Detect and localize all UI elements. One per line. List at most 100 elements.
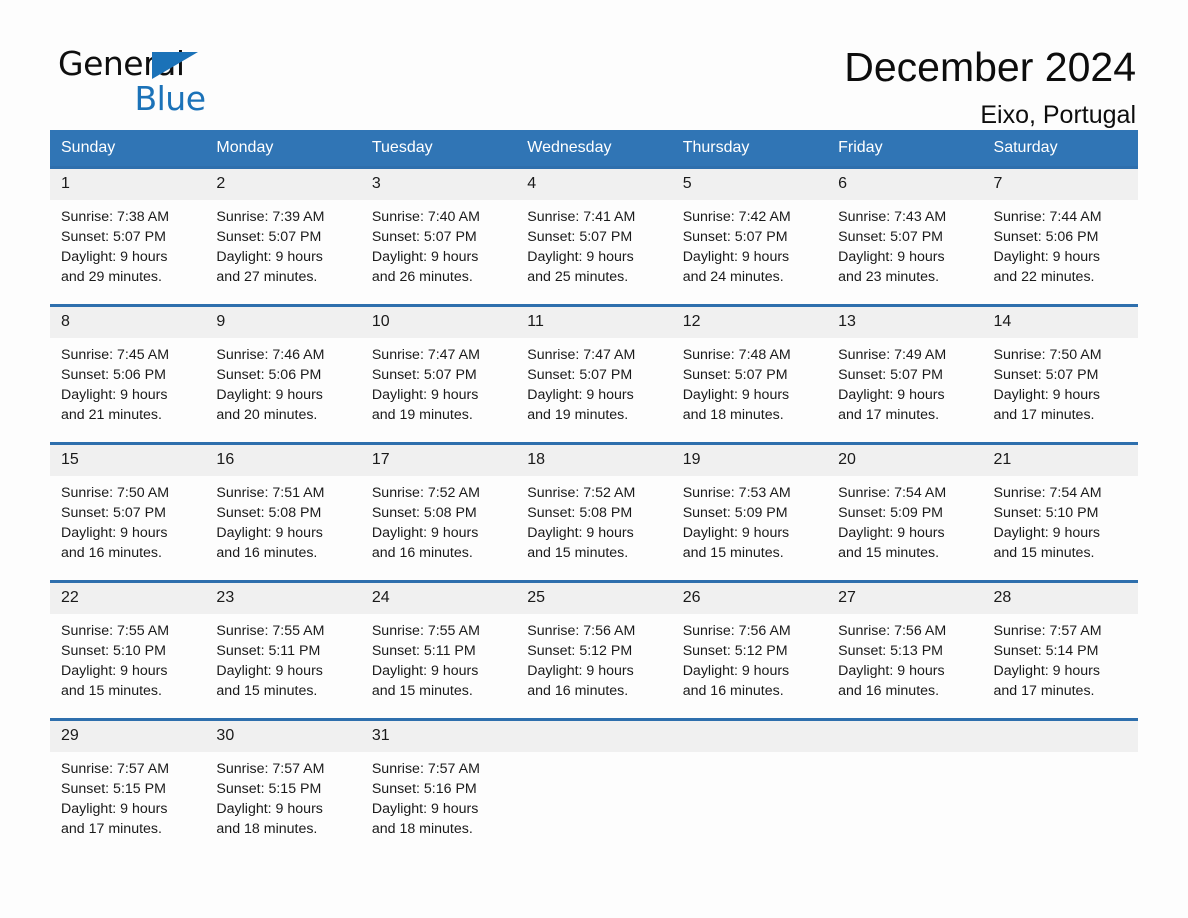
sunset-text: Sunset: 5:07 PM — [61, 505, 166, 521]
calendar-day-cell[interactable]: 16 Sunrise: 7:51 AM Sunset: 5:08 PM Dayl… — [205, 442, 361, 582]
daylight-text-line2: and 26 minutes. — [371, 269, 473, 285]
sunset-text: Sunset: 5:09 PM — [682, 505, 788, 521]
daylight-text-line2: and 17 minutes. — [993, 683, 1095, 699]
calendar-day-cell[interactable]: 23 Sunrise: 7:55 AM Sunset: 5:11 PM Dayl… — [205, 580, 361, 720]
sunrise-text: Sunrise: 7:55 AM — [61, 623, 170, 639]
sunset-text: Sunset: 5:06 PM — [61, 367, 166, 383]
daylight-text-line1: Daylight: 9 hours — [838, 387, 945, 403]
sunset-text: Sunset: 5:07 PM — [216, 229, 322, 245]
calendar-day-cell[interactable]: 17 Sunrise: 7:52 AM Sunset: 5:08 PM Dayl… — [360, 442, 517, 582]
calendar-day-cell[interactable]: 3 Sunrise: 7:40 AM Sunset: 5:07 PM Dayli… — [360, 166, 517, 306]
calendar-day-cell[interactable]: 9 Sunrise: 7:46 AM Sunset: 5:06 PM Dayli… — [205, 304, 361, 444]
calendar-day-cell[interactable]: 18 Sunrise: 7:52 AM Sunset: 5:08 PM Dayl… — [516, 442, 672, 582]
daylight-text-line1: Daylight: 9 hours — [371, 801, 479, 817]
sunset-text: Sunset: 5:15 PM — [61, 781, 166, 797]
day-number: 15 — [50, 445, 206, 476]
day-details: Sunrise: 7:53 AM Sunset: 5:09 PM Dayligh… — [672, 476, 827, 563]
daylight-text-line1: Daylight: 9 hours — [682, 387, 790, 403]
sunrise-text: Sunrise: 7:55 AM — [216, 623, 325, 639]
daylight-text-line1: Daylight: 9 hours — [61, 525, 168, 541]
day-number: 20 — [827, 445, 983, 476]
day-details: Sunrise: 7:41 AM Sunset: 5:07 PM Dayligh… — [516, 200, 671, 287]
day-number: 18 — [516, 445, 672, 476]
calendar-day-cell[interactable]: 14 Sunrise: 7:50 AM Sunset: 5:07 PM Dayl… — [982, 304, 1138, 444]
day-details: Sunrise: 7:40 AM Sunset: 5:07 PM Dayligh… — [361, 200, 516, 287]
daylight-text-line2: and 23 minutes. — [838, 269, 940, 285]
sunset-text: Sunset: 5:07 PM — [993, 367, 1099, 383]
day-details: Sunrise: 7:45 AM Sunset: 5:06 PM Dayligh… — [50, 338, 205, 425]
calendar-day-cell[interactable]: 5 Sunrise: 7:42 AM Sunset: 5:07 PM Dayli… — [671, 166, 828, 306]
calendar-grid: Sunday Monday Tuesday Wednesday Thursday… — [50, 130, 1138, 856]
day-number: 27 — [827, 583, 983, 614]
daylight-text-line1: Daylight: 9 hours — [527, 525, 634, 541]
calendar-header-row: Sunday Monday Tuesday Wednesday Thursday… — [50, 130, 1138, 168]
calendar-day-cell[interactable]: 12 Sunrise: 7:48 AM Sunset: 5:07 PM Dayl… — [671, 304, 828, 444]
day-number — [827, 721, 983, 752]
sunset-text: Sunset: 5:12 PM — [682, 643, 788, 659]
daylight-text-line1: Daylight: 9 hours — [216, 387, 323, 403]
calendar-day-cell[interactable]: 21 Sunrise: 7:54 AM Sunset: 5:10 PM Dayl… — [982, 442, 1138, 582]
sunrise-text: Sunrise: 7:49 AM — [838, 347, 947, 363]
weekday-header-friday: Friday — [827, 130, 983, 168]
daylight-text-line1: Daylight: 9 hours — [838, 663, 945, 679]
calendar-week-row: 22 Sunrise: 7:55 AM Sunset: 5:10 PM Dayl… — [50, 580, 1138, 720]
calendar-day-cell[interactable]: 30 Sunrise: 7:57 AM Sunset: 5:15 PM Dayl… — [205, 718, 361, 856]
daylight-text-line2: and 18 minutes. — [371, 821, 473, 837]
daylight-text-line1: Daylight: 9 hours — [371, 387, 479, 403]
logo-text-blue: Blue — [134, 79, 206, 118]
calendar-day-cell[interactable]: 25 Sunrise: 7:56 AM Sunset: 5:12 PM Dayl… — [516, 580, 672, 720]
daylight-text-line2: and 17 minutes. — [993, 407, 1095, 423]
calendar-day-cell[interactable]: 29 Sunrise: 7:57 AM Sunset: 5:15 PM Dayl… — [50, 718, 206, 856]
day-number: 23 — [205, 583, 361, 614]
sunrise-text: Sunrise: 7:44 AM — [993, 209, 1102, 225]
daylight-text-line1: Daylight: 9 hours — [61, 663, 168, 679]
calendar-day-cell[interactable]: 8 Sunrise: 7:45 AM Sunset: 5:06 PM Dayli… — [50, 304, 206, 444]
day-number: 7 — [982, 169, 1138, 200]
calendar-day-cell[interactable]: 13 Sunrise: 7:49 AM Sunset: 5:07 PM Dayl… — [827, 304, 983, 444]
day-number: 29 — [50, 721, 206, 752]
daylight-text-line2: and 16 minutes. — [838, 683, 940, 699]
daylight-text-line1: Daylight: 9 hours — [682, 663, 790, 679]
sunrise-text: Sunrise: 7:57 AM — [61, 761, 170, 777]
day-number: 30 — [205, 721, 361, 752]
calendar-day-cell[interactable]: 7 Sunrise: 7:44 AM Sunset: 5:06 PM Dayli… — [982, 166, 1138, 306]
sunrise-text: Sunrise: 7:55 AM — [371, 623, 480, 639]
sunset-text: Sunset: 5:07 PM — [527, 229, 633, 245]
weekday-header-wednesday: Wednesday — [516, 130, 672, 168]
daylight-text-line1: Daylight: 9 hours — [527, 387, 634, 403]
calendar-day-cell[interactable]: 24 Sunrise: 7:55 AM Sunset: 5:11 PM Dayl… — [360, 580, 517, 720]
page-masthead: General Blue December 2024 Eixo, Portuga… — [50, 0, 1138, 129]
sunrise-text: Sunrise: 7:56 AM — [838, 623, 947, 639]
calendar-day-cell[interactable]: 2 Sunrise: 7:39 AM Sunset: 5:07 PM Dayli… — [205, 166, 361, 306]
weekday-header-thursday: Thursday — [671, 130, 828, 168]
day-number: 24 — [360, 583, 517, 614]
calendar-day-cell[interactable]: 15 Sunrise: 7:50 AM Sunset: 5:07 PM Dayl… — [50, 442, 206, 582]
day-details: Sunrise: 7:56 AM Sunset: 5:12 PM Dayligh… — [672, 614, 827, 701]
calendar-day-cell[interactable]: 11 Sunrise: 7:47 AM Sunset: 5:07 PM Dayl… — [516, 304, 672, 444]
calendar-day-cell[interactable]: 4 Sunrise: 7:41 AM Sunset: 5:07 PM Dayli… — [516, 166, 672, 306]
calendar-day-cell[interactable]: 19 Sunrise: 7:53 AM Sunset: 5:09 PM Dayl… — [671, 442, 828, 582]
general-blue-logo[interactable]: General Blue — [58, 46, 248, 119]
day-number: 16 — [205, 445, 361, 476]
calendar-day-cell[interactable]: 10 Sunrise: 7:47 AM Sunset: 5:07 PM Dayl… — [360, 304, 517, 444]
day-details: Sunrise: 7:57 AM Sunset: 5:15 PM Dayligh… — [50, 752, 205, 839]
calendar-day-cell[interactable]: 20 Sunrise: 7:54 AM Sunset: 5:09 PM Dayl… — [827, 442, 983, 582]
day-number: 3 — [360, 169, 517, 200]
day-details: Sunrise: 7:47 AM Sunset: 5:07 PM Dayligh… — [516, 338, 671, 425]
sunrise-text: Sunrise: 7:54 AM — [993, 485, 1102, 501]
calendar-day-cell[interactable]: 1 Sunrise: 7:38 AM Sunset: 5:07 PM Dayli… — [50, 166, 206, 306]
day-number: 21 — [982, 445, 1138, 476]
calendar-week-row: 8 Sunrise: 7:45 AM Sunset: 5:06 PM Dayli… — [50, 304, 1138, 444]
calendar-day-cell[interactable]: 6 Sunrise: 7:43 AM Sunset: 5:07 PM Dayli… — [827, 166, 983, 306]
sunset-text: Sunset: 5:07 PM — [371, 229, 477, 245]
sunset-text: Sunset: 5:07 PM — [61, 229, 166, 245]
day-details: Sunrise: 7:47 AM Sunset: 5:07 PM Dayligh… — [361, 338, 516, 425]
calendar-day-cell[interactable]: 22 Sunrise: 7:55 AM Sunset: 5:10 PM Dayl… — [50, 580, 206, 720]
daylight-text-line1: Daylight: 9 hours — [993, 249, 1100, 265]
calendar-day-cell[interactable]: 31 Sunrise: 7:57 AM Sunset: 5:16 PM Dayl… — [360, 718, 517, 856]
sunset-text: Sunset: 5:06 PM — [993, 229, 1099, 245]
sunrise-text: Sunrise: 7:39 AM — [216, 209, 325, 225]
calendar-day-cell[interactable]: 26 Sunrise: 7:56 AM Sunset: 5:12 PM Dayl… — [671, 580, 828, 720]
calendar-day-cell[interactable]: 28 Sunrise: 7:57 AM Sunset: 5:14 PM Dayl… — [982, 580, 1138, 720]
calendar-day-cell[interactable]: 27 Sunrise: 7:56 AM Sunset: 5:13 PM Dayl… — [827, 580, 983, 720]
